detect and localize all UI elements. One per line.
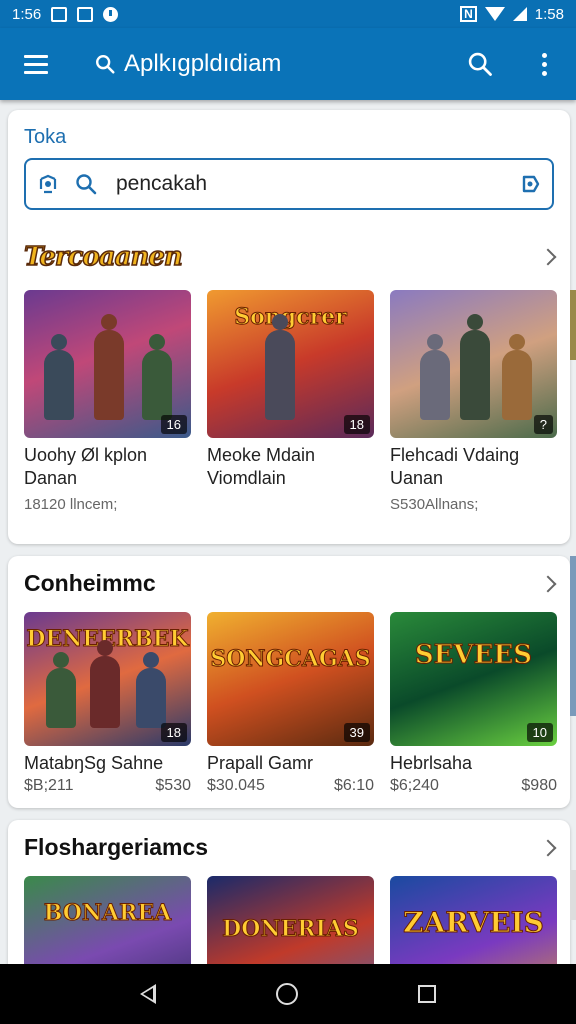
status-time-left: 1:56 [12,5,42,23]
gallery-notification-icon [51,6,68,22]
art-title: SEVEES [414,640,533,671]
app-title: Aplkıgpldıdiam [124,50,282,77]
search-icon [468,52,492,76]
price-right: $980 [521,777,557,794]
cell-signal-icon [512,7,527,21]
search-query[interactable]: pencakah [116,172,207,196]
section-header-floshargeriamcs[interactable]: Floshargeriamcs [24,834,557,861]
price-right: $530 [155,777,191,794]
search-field-icon [76,174,97,195]
next-card-peek [570,556,576,716]
game-title: Uoohy Øl kplon Danan [24,445,148,488]
price-row: $6;240 $980 [390,777,557,795]
art-title: Songcrer [234,304,348,331]
title-search-icon [96,55,115,74]
rating-badge: 39 [343,723,370,742]
price-row: $B;211 $530 [24,777,191,795]
rating-badge: 18 [160,723,187,742]
game-title: MatabŋSg Sahne [24,753,164,773]
overflow-menu-icon [541,52,547,76]
section-card-conheimmc: Conheimmc DENEERBEK 18 MatabŋSg Sahne $B… [8,556,570,808]
game-tile[interactable]: Songcrer 18 Meoke Mdain Viomdlain [207,290,374,513]
game-title: Prapall Gamr [207,753,314,773]
rating-badge: 18 [343,415,370,434]
filter-icon[interactable] [36,172,60,196]
game-thumbnail[interactable]: Songcrer 18 [207,290,374,438]
game-title: Flehcadi Vdaing Uanan [390,445,520,488]
app-bar: Aplkıgpldıdiam [0,28,576,100]
price-left: $30.045 [207,777,265,794]
rating-badge: 16 [160,415,187,434]
game-row: 16 Uoohy Øl kplon Danan 18120 llncem; So… [24,290,557,513]
system-nav-bar [0,964,576,1024]
art-title: ZARVEIS [403,906,545,940]
game-title: Hebrlsaha [390,753,473,773]
section-card-floshargeriamcs: Floshargeriamcs BONAREA DONERIAS ZARVEIS [8,820,570,980]
status-time-right: 1:58 [534,5,564,23]
section-title: Floshargeriamcs [24,834,209,860]
rating-badge: ? [533,415,553,434]
game-thumbnail[interactable]: 16 [24,290,191,438]
game-meta: 18120 llncem; [24,496,118,513]
menu-icon[interactable] [0,28,72,100]
wifi-icon [484,7,505,21]
app-title-group: Aplkıgpldıdiam [94,50,281,78]
game-tile[interactable]: ? Flehcadi Vdaing Uanan S530Allnans; [390,290,557,513]
search-and-featured-card: Toka pencakah Tercoaanen 16 Uoohy Øl kpl… [8,110,570,544]
info-notification-icon [103,6,119,22]
home-icon[interactable] [276,983,298,1005]
section-header-tercoaanen[interactable]: Tercoaanen [23,241,557,273]
nfc-icon: N [460,6,477,22]
game-thumbnail[interactable]: DENEERBEK 18 [24,612,191,746]
search-input[interactable]: pencakah [24,158,554,210]
art-title: BONAREA [43,900,172,927]
section-title: Tercoaanen [23,241,183,273]
search-button[interactable] [448,28,512,100]
next-card-peek [570,290,576,360]
game-meta: S530Allnans; [390,496,479,513]
chevron-right-icon[interactable] [539,839,557,856]
price-left: $B;211 [24,777,74,794]
section-header-conheimmc[interactable]: Conheimmc [24,570,557,597]
price-right: $6:10 [333,777,374,794]
art-title: DONERIAS [222,916,360,943]
rating-badge: 10 [526,723,553,742]
game-tile[interactable]: DENEERBEK 18 MatabŋSg Sahne $B;211 $530 [24,612,191,795]
price-row: $30.045 $6:10 [207,777,374,795]
game-thumbnail[interactable]: SONGCAGAS 39 [207,612,374,746]
voice-search-icon[interactable] [518,172,542,196]
image-notification-icon [77,6,94,22]
game-thumbnail[interactable]: SEVEES 10 [390,612,557,746]
chevron-right-icon[interactable] [539,248,557,266]
status-bar: 1:56 N 1:58 [0,0,576,28]
game-row: DENEERBEK 18 MatabŋSg Sahne $B;211 $530 … [24,612,557,795]
game-tile[interactable]: 16 Uoohy Øl kplon Danan 18120 llncem; [24,290,191,513]
chevron-right-icon[interactable] [539,575,557,592]
section-title: Conheimmc [24,570,156,596]
search-label: Toka [24,126,67,148]
game-tile[interactable]: SONGCAGAS 39 Prapall Gamr $30.045 $6:10 [207,612,374,795]
next-card-peek [570,870,576,920]
art-title: SONGCAGAS [210,646,371,673]
overflow-menu-button[interactable] [512,28,576,100]
game-thumbnail[interactable]: ? [390,290,557,438]
game-title: Meoke Mdain Viomdlain [207,445,316,488]
price-left: $6;240 [390,777,439,794]
back-icon[interactable] [140,984,156,1004]
recents-icon[interactable] [418,985,436,1003]
game-tile[interactable]: SEVEES 10 Hebrlsaha $6;240 $980 [390,612,557,795]
